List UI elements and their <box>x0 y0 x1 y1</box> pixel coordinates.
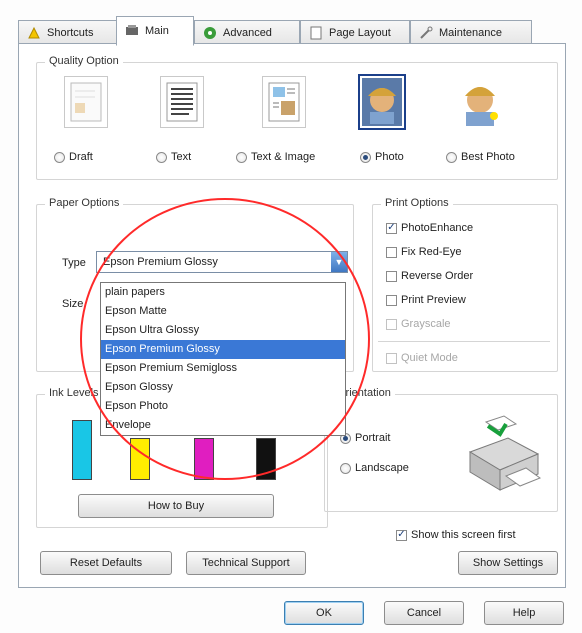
quality-draft-option[interactable]: Draft <box>54 151 93 163</box>
checkbox-label: PhotoEnhance <box>401 222 474 234</box>
maintenance-icon <box>419 26 433 40</box>
tab-label: Advanced <box>223 26 272 39</box>
dropdown-option[interactable]: Epson Photo <box>101 397 345 416</box>
show-screen-first-checkbox[interactable]: ✓ Show this screen first <box>396 529 516 541</box>
help-button[interactable]: Help <box>484 601 564 625</box>
quality-text-image-option[interactable]: Text & Image <box>236 151 315 163</box>
best-photo-quality-icon[interactable] <box>458 76 502 128</box>
main-settings-icon <box>125 24 139 38</box>
option-label: Photo <box>375 151 404 163</box>
radio-button[interactable] <box>156 151 167 163</box>
radio-button[interactable] <box>54 151 65 163</box>
checkbox-label: Show this screen first <box>411 529 516 541</box>
orientation-portrait[interactable]: Portrait <box>340 432 390 444</box>
page-layout-icon <box>309 26 323 40</box>
shortcuts-icon <box>27 26 41 40</box>
text-image-quality-icon[interactable] <box>262 76 306 128</box>
dropdown-option[interactable]: Epson Matte <box>101 302 345 321</box>
quality-text-option[interactable]: Text <box>156 151 191 163</box>
print-preview-checkbox[interactable]: Print Preview <box>386 294 466 306</box>
checkbox-label: Print Preview <box>401 294 466 306</box>
dropdown-option[interactable]: Envelope <box>101 416 345 435</box>
tab-label: Maintenance <box>439 26 502 39</box>
tab-label: Main <box>145 25 169 37</box>
paper-type-select[interactable]: Epson Premium Glossy ▼ <box>96 251 348 273</box>
fix-red-eye-checkbox[interactable]: Fix Red-Eye <box>386 246 462 258</box>
tab-page-layout[interactable]: Page Layout <box>300 20 410 44</box>
dropdown-option[interactable]: Epson Glossy <box>101 378 345 397</box>
option-label: Text & Image <box>251 151 316 163</box>
yellow-ink-bar <box>130 438 150 480</box>
technical-support-button[interactable]: Technical Support <box>186 551 306 575</box>
tab-label: Shortcuts <box>47 26 94 39</box>
grayscale-checkbox[interactable]: Grayscale <box>386 318 451 330</box>
advanced-icon <box>203 26 217 40</box>
reverse-order-checkbox[interactable]: Reverse Order <box>386 270 473 282</box>
orientation-landscape[interactable]: Landscape <box>340 462 409 474</box>
quiet-mode-checkbox[interactable]: Quiet Mode <box>386 352 458 364</box>
checkbox-label: Reverse Order <box>401 270 474 282</box>
radio-button[interactable] <box>340 462 351 474</box>
tab-label: Page Layout <box>329 26 391 39</box>
cyan-ink-bar <box>72 420 92 480</box>
photo-quality-icon[interactable] <box>358 74 406 130</box>
tab-main[interactable]: Main <box>116 16 194 46</box>
checkbox-label: Fix Red-Eye <box>401 246 462 258</box>
show-settings-button[interactable]: Show Settings <box>458 551 558 575</box>
quality-photo-option[interactable]: Photo <box>360 151 404 163</box>
group-title: Ink Levels <box>45 387 103 399</box>
quality-best-photo-option[interactable]: Best Photo <box>446 151 515 163</box>
photoenhance-checkbox[interactable]: ✓ PhotoEnhance <box>386 222 473 234</box>
radio-button[interactable] <box>446 151 457 163</box>
reset-defaults-button[interactable]: Reset Defaults <box>40 551 172 575</box>
how-to-buy-button[interactable]: How to Buy <box>78 494 274 518</box>
option-label: Best Photo <box>461 151 515 163</box>
group-title: Print Options <box>381 197 453 209</box>
checkbox-box[interactable] <box>386 294 397 306</box>
group-title: Paper Options <box>45 197 124 209</box>
printer-icon <box>460 412 544 501</box>
tab-advanced[interactable]: Advanced <box>194 20 300 44</box>
magenta-ink-bar <box>194 438 214 480</box>
cancel-button[interactable]: Cancel <box>384 601 464 625</box>
paper-type-value: Epson Premium Glossy <box>103 256 218 268</box>
checkbox-box[interactable]: ✓ <box>396 529 407 541</box>
radio-button[interactable] <box>360 151 371 163</box>
dropdown-option[interactable]: Epson Ultra Glossy <box>101 321 345 340</box>
option-label: Landscape <box>355 462 409 474</box>
checkbox-box[interactable] <box>386 318 397 330</box>
black-ink-bar <box>256 438 276 480</box>
chevron-down-icon[interactable]: ▼ <box>331 252 347 272</box>
size-label: Size <box>62 298 84 310</box>
paper-type-dropdown-list: plain papers Epson Matte Epson Ultra Glo… <box>100 282 346 436</box>
option-label: Portrait <box>355 432 391 444</box>
draft-quality-icon[interactable] <box>64 76 108 128</box>
ok-button[interactable]: OK <box>284 601 364 625</box>
divider <box>378 341 550 342</box>
checkbox-box[interactable] <box>386 270 397 282</box>
group-title: Quality Option <box>45 55 123 67</box>
checkbox-label: Quiet Mode <box>401 352 458 364</box>
checkbox-box[interactable]: ✓ <box>386 222 397 234</box>
dropdown-option-selected[interactable]: Epson Premium Glossy <box>101 340 345 359</box>
checkbox-box[interactable] <box>386 246 397 258</box>
type-label: Type <box>62 257 86 269</box>
dropdown-option[interactable]: Epson Premium Semigloss <box>101 359 345 378</box>
tab-shortcuts[interactable]: Shortcuts <box>18 20 118 44</box>
checkbox-box[interactable] <box>386 352 397 364</box>
checkbox-label: Grayscale <box>401 318 451 330</box>
radio-button[interactable] <box>236 151 247 163</box>
dropdown-option[interactable]: plain papers <box>101 283 345 302</box>
text-quality-icon[interactable] <box>160 76 204 128</box>
tab-maintenance[interactable]: Maintenance <box>410 20 532 44</box>
option-label: Text <box>171 151 192 163</box>
option-label: Draft <box>69 151 93 163</box>
